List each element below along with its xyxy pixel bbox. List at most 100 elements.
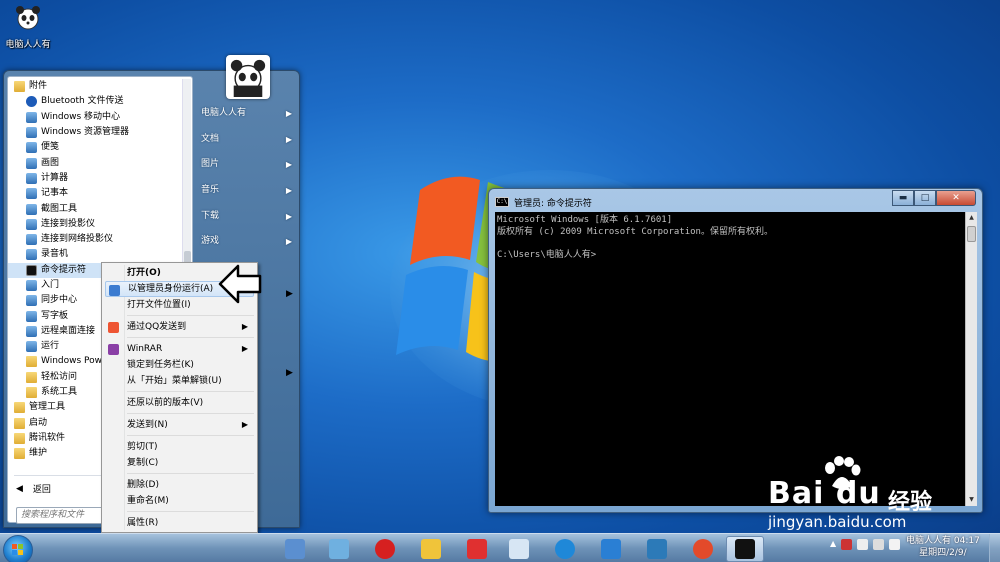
network-icon[interactable] [857,539,869,550]
taskbar-button[interactable] [276,536,314,562]
program-label: 系统工具 [41,387,78,398]
context-menu-label: 锁定到任务栏(K) [127,360,194,370]
program-label: 入门 [41,280,60,290]
action-center-icon[interactable] [841,539,853,550]
qq-icon [108,322,119,333]
winrar-icon [108,344,119,355]
uac-shield-icon [109,285,120,296]
program-label: 维护 [29,448,48,459]
context-menu-label: 打开文件位置(I) [127,300,191,310]
program-label: 附件 [29,81,48,92]
show-desktop-icon [285,539,305,559]
taskbar-button[interactable] [638,536,676,562]
scrollbar-thumb[interactable] [967,226,976,242]
show-desktop-button[interactable] [989,534,1000,562]
chevron-right-icon: ▶ [285,237,292,247]
places-label: 电脑人人有 [201,108,247,118]
program-label: Windows Powe [41,356,108,367]
taskbar: ▲ 电脑人人有 04:17 星期四/2/9/ [0,533,1000,562]
taskbar-button[interactable] [458,536,496,562]
user-avatar[interactable] [226,55,270,99]
taskbar-button[interactable] [366,536,404,562]
url-text: jingyan.baidu.com [768,513,907,531]
context-menu-item[interactable]: 还原以前的版本(V) [105,395,254,411]
projector-icon [26,218,37,230]
places-item[interactable]: 游戏 ▶ [196,229,298,255]
minimize-button[interactable]: ▬ [892,190,914,206]
program-item[interactable]: 附件 [8,79,184,94]
taskbar-button[interactable] [500,536,538,562]
program-item[interactable]: Windows 移动中心 [8,110,184,125]
program-item[interactable]: Bluetooth 文件传送 [8,94,184,109]
places-label: 音乐 [201,185,220,196]
context-menu-item[interactable]: 删除(D) [105,477,254,493]
taskbar-button[interactable] [592,536,630,562]
window-title: 管理员: 命令提示符 [514,198,592,209]
program-item[interactable]: 便笺 [8,140,184,155]
context-menu-label: 发送到(N) [127,420,168,430]
places-item[interactable]: 电脑人人有 ▶ [196,101,298,127]
context-menu-item[interactable]: WinRAR ▶ [105,341,254,357]
console-line: C:\Users\电脑人人有> [497,249,597,260]
program-label: 写字板 [41,310,69,321]
context-menu-item[interactable]: 重命名(M) [105,493,254,509]
start-button[interactable] [3,535,33,562]
program-item[interactable]: 画图 [8,155,184,170]
menu-separator [127,473,254,474]
taskbar-button[interactable] [412,536,450,562]
context-menu-item[interactable]: 锁定到任务栏(K) [105,357,254,373]
console-line: 版权所有 (c) 2009 Microsoft Corporation。保留所有… [497,226,773,237]
places-item[interactable]: 文档 ▶ [196,127,298,153]
close-button[interactable]: ✕ [936,190,976,206]
taskbar-button[interactable] [546,536,584,562]
tray-expand-icon[interactable]: ▲ [830,539,836,550]
back-button[interactable]: ◀ 返回 [16,482,51,496]
context-menu-label: 删除(D) [127,480,159,490]
program-item[interactable]: 计算器 [8,171,184,186]
program-item[interactable]: 录音机 [8,247,184,262]
program-label: 录音机 [41,249,69,260]
context-menu-item[interactable]: 剪切(T) [105,439,254,455]
taskbar-button[interactable] [726,536,764,562]
context-menu-item[interactable]: 从「开始」菜单解锁(U) [105,373,254,389]
console-line: Microsoft Windows [版本 6.1.7601] [497,215,673,225]
program-label: 便笺 [41,142,60,153]
taskbar-button[interactable] [684,536,722,562]
program-item[interactable]: Windows 资源管理器 [8,125,184,140]
chevron-right-icon: ▶ [285,160,292,170]
maximize-button[interactable]: □ [914,190,936,206]
cmd-icon [26,264,37,276]
program-label: 轻松访问 [41,371,78,382]
remote-desktop-icon [26,325,37,337]
program-item[interactable]: 连接到网络投影仪 [8,232,184,247]
program-item[interactable]: 记事本 [8,186,184,201]
context-menu-label: 打开(O) [127,268,161,278]
calculator-icon [26,172,37,184]
paint-brush-icon [509,539,529,559]
context-menu-item[interactable]: 复制(C) [105,455,254,471]
system-tray: ▲ [830,539,901,550]
desktop-shortcut[interactable]: 电脑人人有 [4,4,52,50]
program-item[interactable]: 截图工具 [8,201,184,216]
places-item[interactable]: 下载 ▶ [196,204,298,230]
taskbar-button[interactable] [320,536,358,562]
bluetooth-icon [26,96,37,108]
menu-separator [127,413,254,414]
clock[interactable]: 电脑人人有 04:17 星期四/2/9/ [906,535,980,559]
desktop-shortcut-label: 电脑人人有 [5,40,51,50]
program-label: 同步中心 [41,295,78,306]
folder-icon [14,432,25,444]
context-menu-item[interactable]: 发送到(N) ▶ [105,417,254,433]
window-titlebar[interactable]: C:\ 管理员: 命令提示符 [495,193,592,211]
program-label: 启动 [29,417,48,428]
context-menu-item[interactable]: 通过QQ发送到 ▶ [105,319,254,335]
places-item[interactable]: 音乐 ▶ [196,178,298,204]
program-item[interactable]: 连接到投影仪 [8,217,184,232]
cmd-icon: C:\ [495,197,509,207]
network-icon[interactable] [873,539,885,550]
volume-icon[interactable] [889,539,901,550]
context-menu-item[interactable]: 属性(R) [105,515,254,531]
chevron-right-icon: ▶ [285,109,292,118]
scroll-up-icon[interactable]: ▲ [966,212,977,224]
places-item[interactable]: 图片 ▶ [196,152,298,178]
